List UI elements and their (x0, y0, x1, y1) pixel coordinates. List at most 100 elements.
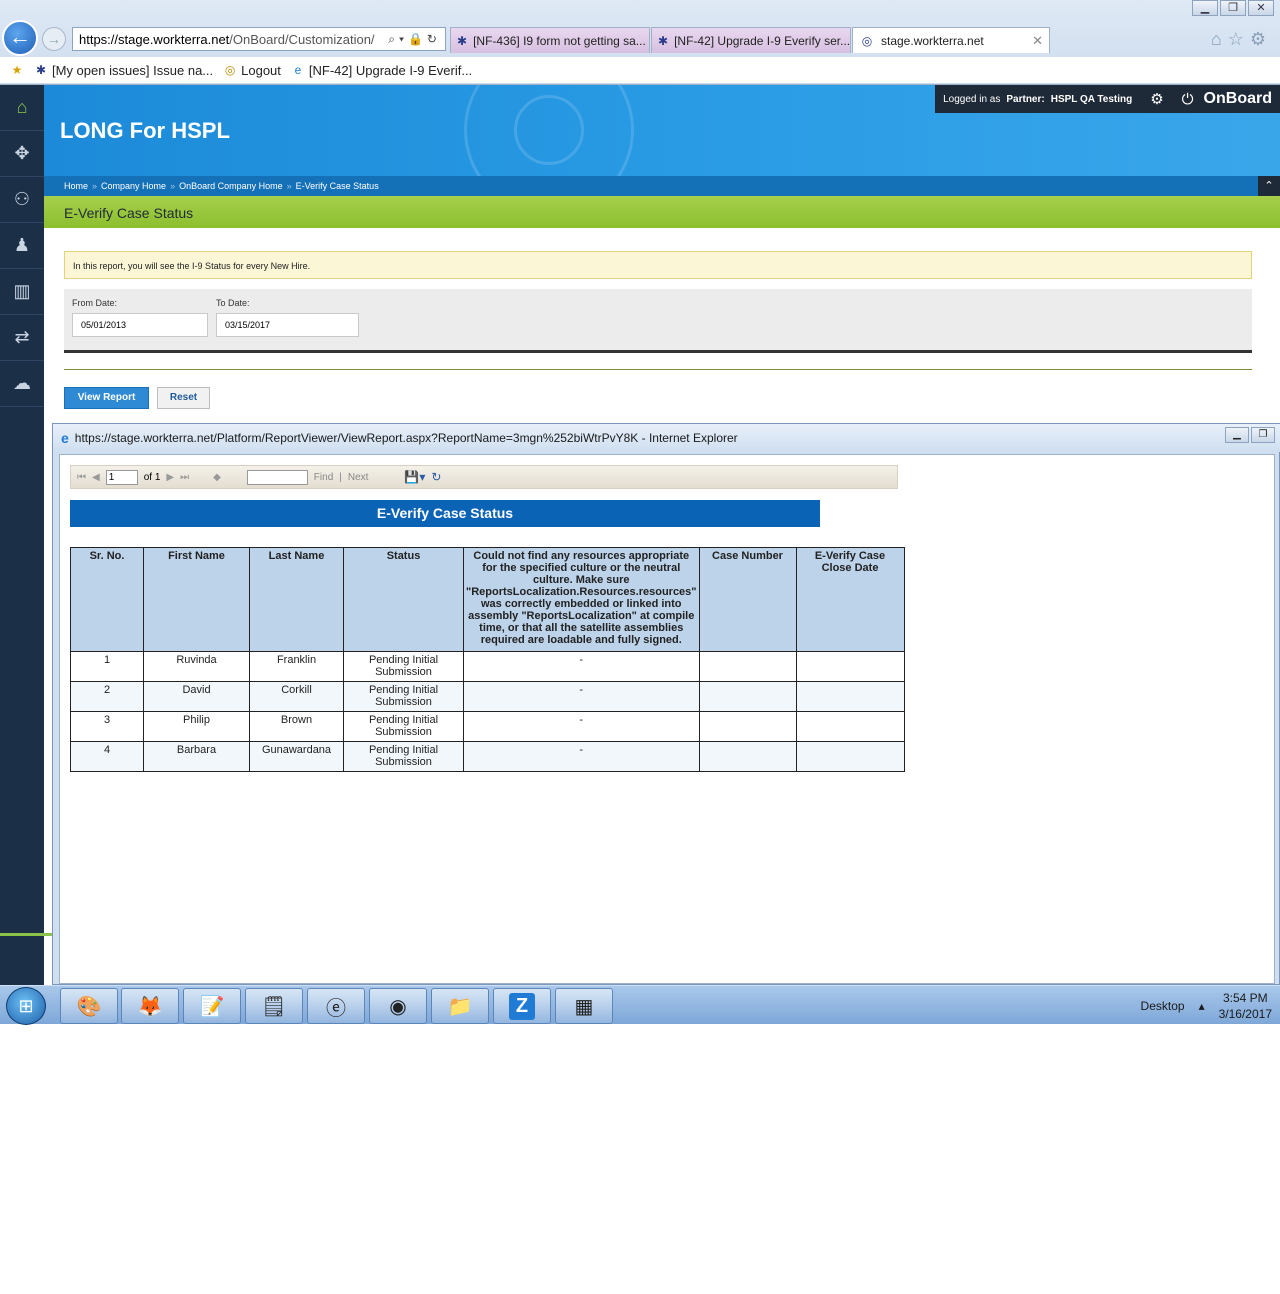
notepad-icon[interactable]: 📝 (183, 988, 241, 1024)
user-bar: Logged in as Partner: HSPL QA Testing ⚙ … (935, 85, 1280, 113)
person-icon[interactable]: ♟ (0, 223, 44, 269)
cell-resource: - (463, 651, 700, 682)
popup-titlebar[interactable]: e https://stage.workterra.net/Platform/R… (53, 424, 1280, 452)
forward-button[interactable]: → (42, 27, 66, 51)
back-to-parent-icon[interactable]: ◆ (213, 472, 221, 483)
favorite-label: [NF-42] Upgrade I-9 Everif... (308, 62, 473, 78)
favorite-item[interactable]: ◎ Logout (223, 63, 281, 78)
app-sidebar: ⌂ ✥ ⚇ ♟ ▥ ⇄ ☁ (0, 85, 52, 985)
report-viewer-toolbar: ⏮ ◀ of 1 ▶ ⏭ ◆ Find | Next 💾▾ ↻ (70, 465, 898, 489)
cell-last-name: Franklin (249, 651, 344, 682)
column-header: Last Name (249, 547, 344, 652)
puzzle-icon[interactable]: ✥ (0, 131, 44, 177)
reset-button[interactable]: Reset (157, 387, 210, 409)
report-title: E-Verify Case Status (70, 500, 820, 527)
tab-close-icon[interactable]: ✕ (1032, 33, 1043, 49)
report-popup-window: e https://stage.workterra.net/Platform/R… (52, 423, 1280, 985)
collapse-header-icon[interactable]: ⌃ (1258, 176, 1280, 196)
from-date-group: From Date: (72, 298, 208, 337)
breadcrumb-company-home[interactable]: Company Home (101, 181, 166, 191)
page-number-input[interactable] (105, 469, 138, 485)
address-bar[interactable]: https://stage.workterra.net/OnBoard/Cust… (72, 27, 446, 51)
find-input[interactable] (246, 469, 308, 485)
ie-page-icon: e (294, 63, 302, 77)
breadcrumb-onboard-company-home[interactable]: OnBoard Company Home (179, 181, 283, 191)
cell-sr-no: 4 (70, 741, 144, 772)
jira-icon: ✱ (457, 33, 468, 48)
export-icon[interactable]: 💾▾ (404, 470, 425, 484)
cell-resource: - (463, 681, 700, 712)
tab-nf-42[interactable]: ✱ [NF-42] Upgrade I-9 Everify ser... (651, 27, 851, 53)
jira-icon: ✱ (35, 63, 47, 77)
favorites-star-icon[interactable]: ★ (10, 63, 24, 77)
user-settings-icon[interactable]: ⚇ (0, 177, 44, 223)
address-path: /OnBoard/Customization/ (229, 31, 375, 47)
chat-icon[interactable]: ☁ (0, 361, 44, 407)
z-app-icon[interactable]: Z (493, 988, 551, 1024)
page-title: E-Verify Case Status (44, 196, 1280, 228)
next-page-icon[interactable]: ▶ (166, 472, 174, 483)
table-row: 2 David Corkill Pending Initial Submissi… (70, 681, 905, 712)
start-button[interactable]: ⊞ (6, 987, 46, 1025)
first-page-icon[interactable]: ⏮ (77, 472, 86, 483)
tab-label: [NF-42] Upgrade I-9 Everify ser... (674, 33, 851, 48)
gear-icon[interactable]: ⚙ (1150, 90, 1163, 108)
chrome-icon[interactable]: ◉ (369, 988, 427, 1024)
breadcrumb-current: E-Verify Case Status (295, 181, 379, 191)
back-button[interactable]: ← (2, 20, 38, 56)
column-header: Status (343, 547, 464, 652)
file-explorer-icon[interactable]: 📁 (431, 988, 489, 1024)
cell-case-number (698, 681, 797, 712)
bar-chart-icon[interactable]: ▥ (0, 269, 44, 315)
tray-expand-icon[interactable]: ▴ (1199, 999, 1205, 1013)
firefox-icon[interactable]: 🦊 (121, 988, 179, 1024)
page-count-label: of 1 (143, 471, 161, 483)
column-header: Case Number (698, 547, 797, 652)
jira-icon: ✱ (658, 33, 669, 48)
previous-page-icon[interactable]: ◀ (92, 472, 100, 483)
breadcrumb-home[interactable]: Home (64, 181, 88, 191)
tab-nf-436[interactable]: ✱ [NF-436] I9 form not getting sa... (450, 27, 650, 53)
minimize-icon[interactable]: ▁ (1192, 0, 1218, 16)
desktop-toolbar-label[interactable]: Desktop (1141, 999, 1185, 1013)
clock[interactable]: 3:54 PM 3/16/2017 (1219, 990, 1272, 1022)
from-date-label: From Date: (72, 298, 118, 308)
cell-close-date (795, 711, 905, 742)
browser-tools-icons[interactable]: ⌂☆⚙ (1211, 29, 1272, 50)
cell-status: Pending Initial Submission (343, 711, 464, 742)
view-report-button[interactable]: View Report (64, 387, 149, 409)
favorite-item[interactable]: ✱ [My open issues] Issue na... (34, 63, 213, 78)
to-date-field[interactable] (216, 313, 359, 337)
from-date-field[interactable] (72, 313, 208, 337)
cell-sr-no: 3 (70, 711, 144, 742)
address-actions-icon[interactable]: ⌕▾🔒↻ (388, 32, 445, 47)
tab-label: [NF-436] I9 form not getting sa... (473, 33, 646, 48)
close-icon[interactable]: ✕ (1248, 0, 1274, 16)
table-header-row: Sr. No. First Name Last Name Status Coul… (70, 547, 905, 652)
cell-last-name: Gunawardana (249, 741, 344, 772)
find-next-link[interactable]: Next (348, 472, 369, 483)
minimize-icon[interactable]: ▁ (1225, 427, 1249, 443)
browser-chrome: ▁ ❐ ✕ ← → https://stage.workterra.net/On… (0, 0, 1280, 85)
power-icon[interactable]: ⏻ (1182, 91, 1194, 108)
restore-icon[interactable]: ❐ (1220, 0, 1246, 16)
favorite-item[interactable]: e [NF-42] Upgrade I-9 Everif... (291, 62, 473, 78)
breadcrumb: Home» Company Home» OnBoard Company Home… (44, 176, 1280, 196)
last-page-icon[interactable]: ⏭ (180, 472, 189, 483)
internet-explorer-icon[interactable]: ⓔ (307, 988, 365, 1024)
cell-first-name: Ruvinda (143, 651, 250, 682)
calculator-icon[interactable]: ▦ (555, 988, 613, 1024)
popup-title: https://stage.workterra.net/Platform/Rep… (74, 431, 738, 445)
clock-time: 3:54 PM (1222, 990, 1268, 1005)
column-header: E-Verify Case Close Date (795, 547, 905, 652)
home-icon[interactable]: ⌂ (0, 85, 44, 131)
to-date-group: To Date: (216, 298, 359, 337)
restore-icon[interactable]: ❐ (1251, 427, 1275, 443)
cell-sr-no: 2 (70, 681, 144, 712)
transfer-icon[interactable]: ⇄ (0, 315, 44, 361)
sticky-notes-icon[interactable]: 🗒 (245, 988, 303, 1024)
refresh-icon[interactable]: ↻ (431, 470, 441, 484)
paint-icon[interactable]: 🎨 (60, 988, 118, 1024)
find-link[interactable]: Find (314, 472, 333, 483)
tab-stage-workterra[interactable]: ◎ stage.workterra.net ✕ (852, 27, 1050, 53)
